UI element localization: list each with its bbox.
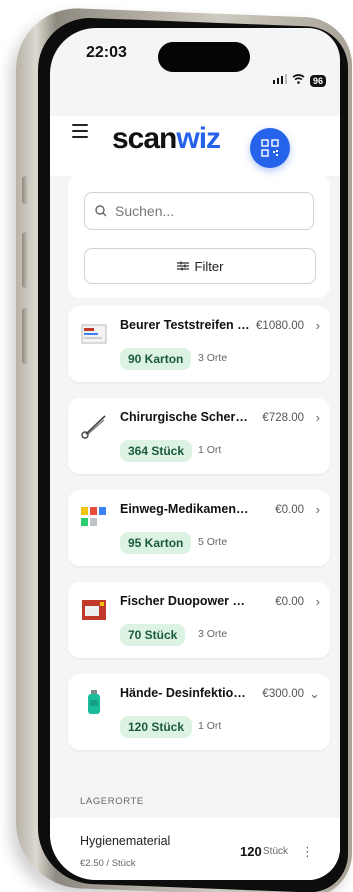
qr-scan-button[interactable] (250, 128, 290, 168)
more-options-icon[interactable]: ⋮ (301, 844, 314, 860)
search-input[interactable]: Suchen... (84, 192, 314, 230)
wifi-icon (292, 74, 305, 87)
scissors-icon (81, 415, 106, 439)
product-name: Fischer Duopower Dübel-... (120, 594, 252, 608)
quantity-badge: 120 Stück (120, 716, 193, 738)
quantity-badge: 90 Karton (120, 348, 192, 370)
screenshot-stage: 22:03 96 scanwiz Suchen... Filter Beurer… (0, 0, 353, 892)
search-panel: Suchen... Filter (68, 174, 330, 298)
product-card[interactable]: Einweg-Medikamentenbe... €0.00 › 95 Kart… (68, 490, 330, 566)
product-card[interactable]: Fischer Duopower Dübel-... €0.00 › 70 St… (68, 582, 330, 658)
signal-icon (272, 74, 287, 87)
hamburger-menu-icon[interactable] (72, 124, 88, 138)
quantity-badge: 95 Karton (120, 532, 192, 554)
chevron-right-icon: › (315, 318, 320, 333)
location-count: 5 Orte (198, 536, 228, 548)
chevron-right-icon: › (315, 594, 320, 609)
locations-section-title: LAGERORTE (80, 796, 144, 807)
product-card[interactable]: Hände- Desinfektions... €300.00 ⌄ 120 St… (68, 674, 330, 750)
volume-up-button (22, 232, 29, 288)
filter-sliders-icon (176, 261, 189, 271)
scanwiz-logo: scanwiz (112, 122, 221, 155)
chevron-down-icon: ⌄ (309, 686, 320, 701)
location-count: 1 Ort (198, 444, 222, 456)
clock: 22:03 (86, 44, 127, 61)
app-header: scanwiz (50, 116, 340, 176)
location-count: 3 Orte (198, 628, 228, 640)
location-quantity: 120 (240, 844, 262, 859)
product-card[interactable]: Chirurgische Schere g... €728.00 › 364 S… (68, 398, 330, 474)
bottle-icon (88, 690, 100, 714)
product-name: Einweg-Medikamentenbe... (120, 502, 252, 516)
filter-label: Filter (194, 258, 224, 274)
search-placeholder: Suchen... (115, 203, 175, 219)
dynamic-island (158, 42, 250, 72)
qr-code-icon (261, 139, 279, 157)
location-name: Hygienematerial (80, 834, 171, 848)
location-count: 3 Orte (198, 352, 228, 364)
product-price: €0.00 (275, 596, 304, 608)
chevron-right-icon: › (315, 410, 320, 425)
search-icon (95, 205, 107, 217)
box-icon (81, 324, 107, 344)
action-button (22, 176, 29, 204)
location-unit-price: €2.50 / Stück (80, 858, 136, 869)
filter-button[interactable]: Filter (84, 248, 316, 284)
location-row[interactable]: Hygienematerial €2.50 / Stück 120 Stück … (50, 818, 340, 880)
product-price: €0.00 (275, 504, 304, 516)
product-name: Chirurgische Schere g... (120, 410, 252, 424)
product-price: €1080.00 (256, 320, 304, 332)
product-price: €728.00 (262, 412, 304, 424)
quantity-badge: 364 Stück (120, 440, 193, 462)
status-icons: 96 (272, 74, 326, 87)
chevron-right-icon: › (315, 502, 320, 517)
app-screen: 22:03 96 scanwiz Suchen... Filter Beurer… (50, 28, 340, 880)
product-name: Hände- Desinfektions... (120, 686, 252, 700)
cups-icon (81, 507, 106, 526)
product-price: €300.00 (262, 688, 304, 700)
product-name: Beurer Teststreifen zu... (120, 318, 252, 332)
battery-indicator: 96 (309, 74, 326, 87)
status-bar: 22:03 96 (50, 28, 340, 88)
package-icon (82, 600, 106, 620)
location-unit: Stück (263, 846, 289, 857)
location-count: 1 Ort (198, 720, 222, 732)
quantity-badge: 70 Stück (120, 624, 186, 646)
volume-down-button (22, 308, 29, 364)
product-card[interactable]: Beurer Teststreifen zu... €1080.00 › 90 … (68, 306, 330, 382)
